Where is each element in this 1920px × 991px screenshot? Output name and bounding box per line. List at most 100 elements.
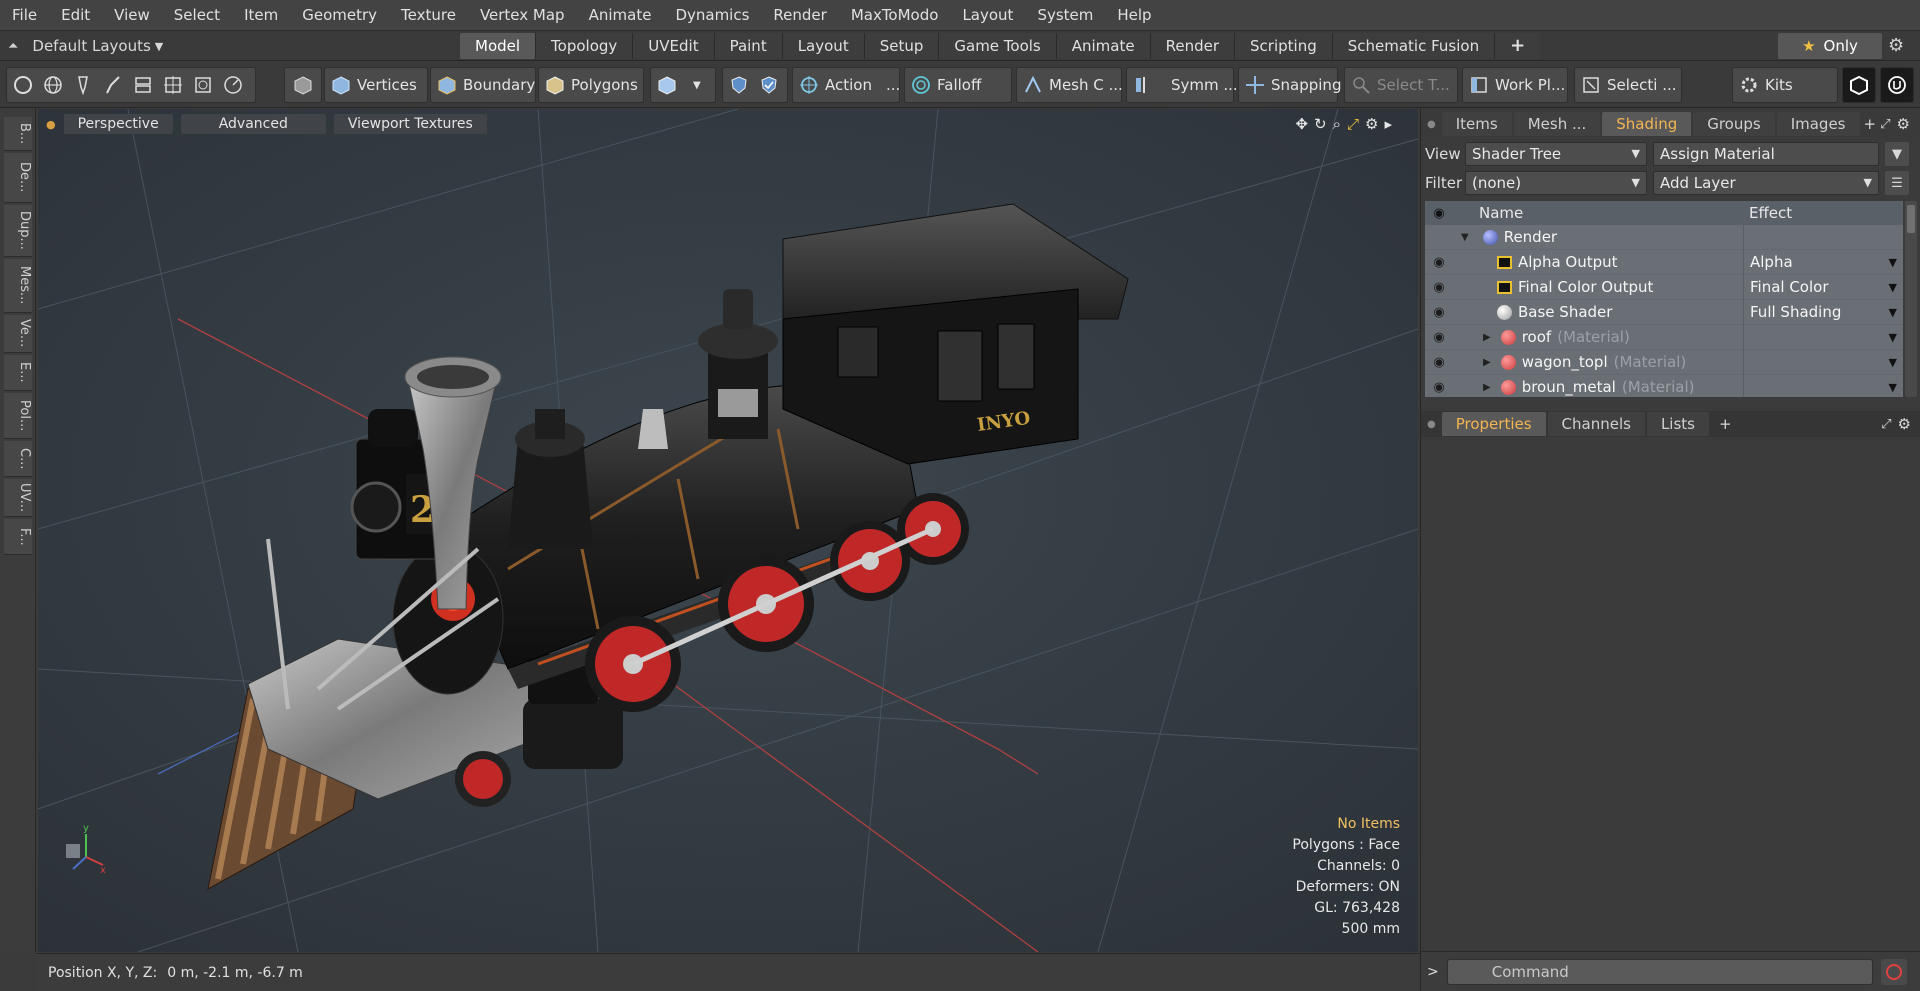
selection-sets-button[interactable]: Selecti ... <box>1574 67 1682 103</box>
advanced-button[interactable]: Advanced <box>180 114 326 134</box>
tree-row-base-shader[interactable]: ◉ Base Shader Full Shading ▼ <box>1425 299 1903 325</box>
command-input[interactable]: Command <box>1446 958 1873 985</box>
fit-view-icon[interactable]: ⤢ <box>1347 115 1359 133</box>
menu-view[interactable]: View <box>102 0 162 31</box>
zoom-view-icon[interactable]: ⌕ <box>1333 115 1341 133</box>
strip-tab-fusion[interactable]: F... <box>4 519 32 555</box>
action-center-button[interactable]: Action ... <box>792 67 900 103</box>
viewport-gear-icon[interactable]: ⚙ <box>1365 115 1378 133</box>
perspective-button[interactable]: Perspective <box>63 114 173 134</box>
menu-texture[interactable]: Texture <box>389 0 468 31</box>
tree-row-roof[interactable]: ◉ ▶ roof (Material) ▼ <box>1425 324 1903 350</box>
strip-tab-polygon[interactable]: Pol... <box>4 393 32 439</box>
falloff-button[interactable]: Falloff <box>904 67 1012 103</box>
item-mode-button[interactable] <box>284 67 322 103</box>
menu-layout[interactable]: Layout <box>950 0 1025 31</box>
work-plane-button[interactable]: Work Pl... <box>1462 67 1568 103</box>
menu-animate[interactable]: Animate <box>577 0 664 31</box>
unity-button[interactable] <box>1842 67 1876 103</box>
list-options-icon[interactable]: ☰ <box>1885 171 1909 195</box>
material-mode-button[interactable]: ▼ <box>650 67 716 103</box>
symmetry-button[interactable]: Symm ... <box>1126 67 1238 103</box>
timer-icon[interactable] <box>223 75 243 95</box>
effect-dropdown[interactable]: ▼ <box>1743 324 1903 350</box>
tree-row-wagon-topl[interactable]: ◉ ▶ wagon_topl (Material) ▼ <box>1425 349 1903 375</box>
tree-scrollbar-thumb[interactable] <box>1907 205 1915 233</box>
strip-tab-vertex[interactable]: Ve... <box>4 315 32 353</box>
strip-tab-deform[interactable]: De... <box>4 153 32 203</box>
filter-dropdown[interactable]: (none) ▼ <box>1465 171 1647 195</box>
menu-system[interactable]: System <box>1025 0 1105 31</box>
effect-dropdown[interactable]: ▼ <box>1743 374 1903 397</box>
expand-arrow-icon[interactable]: ▶ <box>1483 332 1491 343</box>
tab-channels[interactable]: Channels <box>1547 412 1645 436</box>
funnel-icon[interactable]: ▼ <box>1885 142 1909 166</box>
view-dropdown[interactable]: Shader Tree ▼ <box>1465 142 1647 166</box>
kits-button[interactable]: Kits <box>1732 67 1838 103</box>
strip-tab-edge[interactable]: E... <box>4 355 32 391</box>
expand-icon[interactable]: ⤢ <box>1881 417 1891 432</box>
default-layouts-dropdown[interactable]: Default Layouts ▼ <box>32 37 163 55</box>
select-through-button[interactable]: Select T... <box>1344 67 1458 103</box>
expand-arrow-icon[interactable]: ▶ <box>1483 357 1491 368</box>
tree-row-final-color-output[interactable]: ◉ Final Color Output Final Color ▼ <box>1425 274 1903 300</box>
name-column-header[interactable]: Name <box>1479 204 1523 222</box>
eye-icon[interactable]: ◉ <box>1425 380 1453 395</box>
tab-uvedit[interactable]: UVEdit <box>633 33 715 59</box>
tab-topology[interactable]: Topology <box>536 33 634 59</box>
scene-canvas[interactable]: 22 INYO <box>38 109 1418 952</box>
brush-icon[interactable] <box>103 75 123 95</box>
3d-viewport[interactable]: 22 INYO <box>38 109 1418 952</box>
layers-icon[interactable] <box>133 75 153 95</box>
add-layer-dropdown[interactable]: Add Layer ▼ <box>1653 171 1879 195</box>
effect-dropdown[interactable]: Alpha ▼ <box>1743 249 1903 275</box>
eye-icon[interactable]: ◉ <box>1425 280 1453 295</box>
only-button[interactable]: ★ Only <box>1778 33 1882 59</box>
collapse-up-icon[interactable]: ⏶ <box>8 39 18 54</box>
viewport-textures-button[interactable]: Viewport Textures <box>333 114 487 134</box>
tab-paint[interactable]: Paint <box>714 33 783 59</box>
tab-lists[interactable]: Lists <box>1646 412 1709 436</box>
menu-edit[interactable]: Edit <box>49 0 102 31</box>
tab-items[interactable]: Items <box>1441 112 1512 136</box>
add-tab-button[interactable]: + <box>1495 33 1541 59</box>
polygons-button[interactable]: Polygons <box>538 67 644 103</box>
vertices-button[interactable]: Vertices <box>324 67 428 103</box>
effect-column-header[interactable]: Effect <box>1749 204 1792 222</box>
frame-icon[interactable] <box>193 75 213 95</box>
tab-layout[interactable]: Layout <box>782 33 865 59</box>
tab-scripting[interactable]: Scripting <box>1235 33 1333 59</box>
menu-select[interactable]: Select <box>162 0 232 31</box>
unreal-button[interactable] <box>1880 67 1914 103</box>
strip-tab-uv[interactable]: UV... <box>4 479 32 517</box>
strip-tab-mesh-edit[interactable]: Mes... <box>4 259 32 313</box>
globe-icon[interactable] <box>43 75 63 95</box>
circle-select-icon[interactable] <box>13 75 33 95</box>
expand-arrow-icon[interactable]: ▶ <box>1483 382 1491 393</box>
eye-icon[interactable]: ◉ <box>1425 330 1453 345</box>
eye-icon[interactable]: ◉ <box>1425 255 1453 270</box>
move-view-icon[interactable]: ✥ <box>1295 115 1308 133</box>
effect-dropdown[interactable]: ▼ <box>1743 349 1903 375</box>
record-icon[interactable] <box>1880 958 1907 985</box>
tree-row-render[interactable]: ▼ Render <box>1425 224 1903 250</box>
rotate-view-icon[interactable]: ↻ <box>1314 115 1327 133</box>
strip-tab-duplicate[interactable]: Dup... <box>4 205 32 257</box>
menu-render[interactable]: Render <box>761 0 838 31</box>
boundary-button[interactable]: Boundary <box>430 67 536 103</box>
tab-model[interactable]: Model <box>460 33 537 59</box>
shield-check-icon[interactable] <box>759 75 779 95</box>
eye-icon[interactable]: ◉ <box>1425 355 1453 370</box>
menu-geometry[interactable]: Geometry <box>290 0 389 31</box>
add-properties-tab-icon[interactable]: + <box>1719 415 1732 433</box>
effect-dropdown[interactable]: Full Shading ▼ <box>1743 299 1903 325</box>
tab-game-tools[interactable]: Game Tools <box>939 33 1057 59</box>
tree-row-alpha-output[interactable]: ◉ Alpha Output Alpha ▼ <box>1425 249 1903 275</box>
tab-mesh[interactable]: Mesh ... <box>1513 112 1601 136</box>
eye-icon[interactable]: ◉ <box>1425 305 1453 320</box>
add-panel-tab-icon[interactable]: + <box>1864 115 1877 133</box>
mesh-constraint-button[interactable]: Mesh C ... <box>1016 67 1123 103</box>
grid-icon[interactable] <box>163 75 183 95</box>
panel-gear-icon[interactable]: ⚙ <box>1896 115 1909 133</box>
tab-animate[interactable]: Animate <box>1056 33 1151 59</box>
